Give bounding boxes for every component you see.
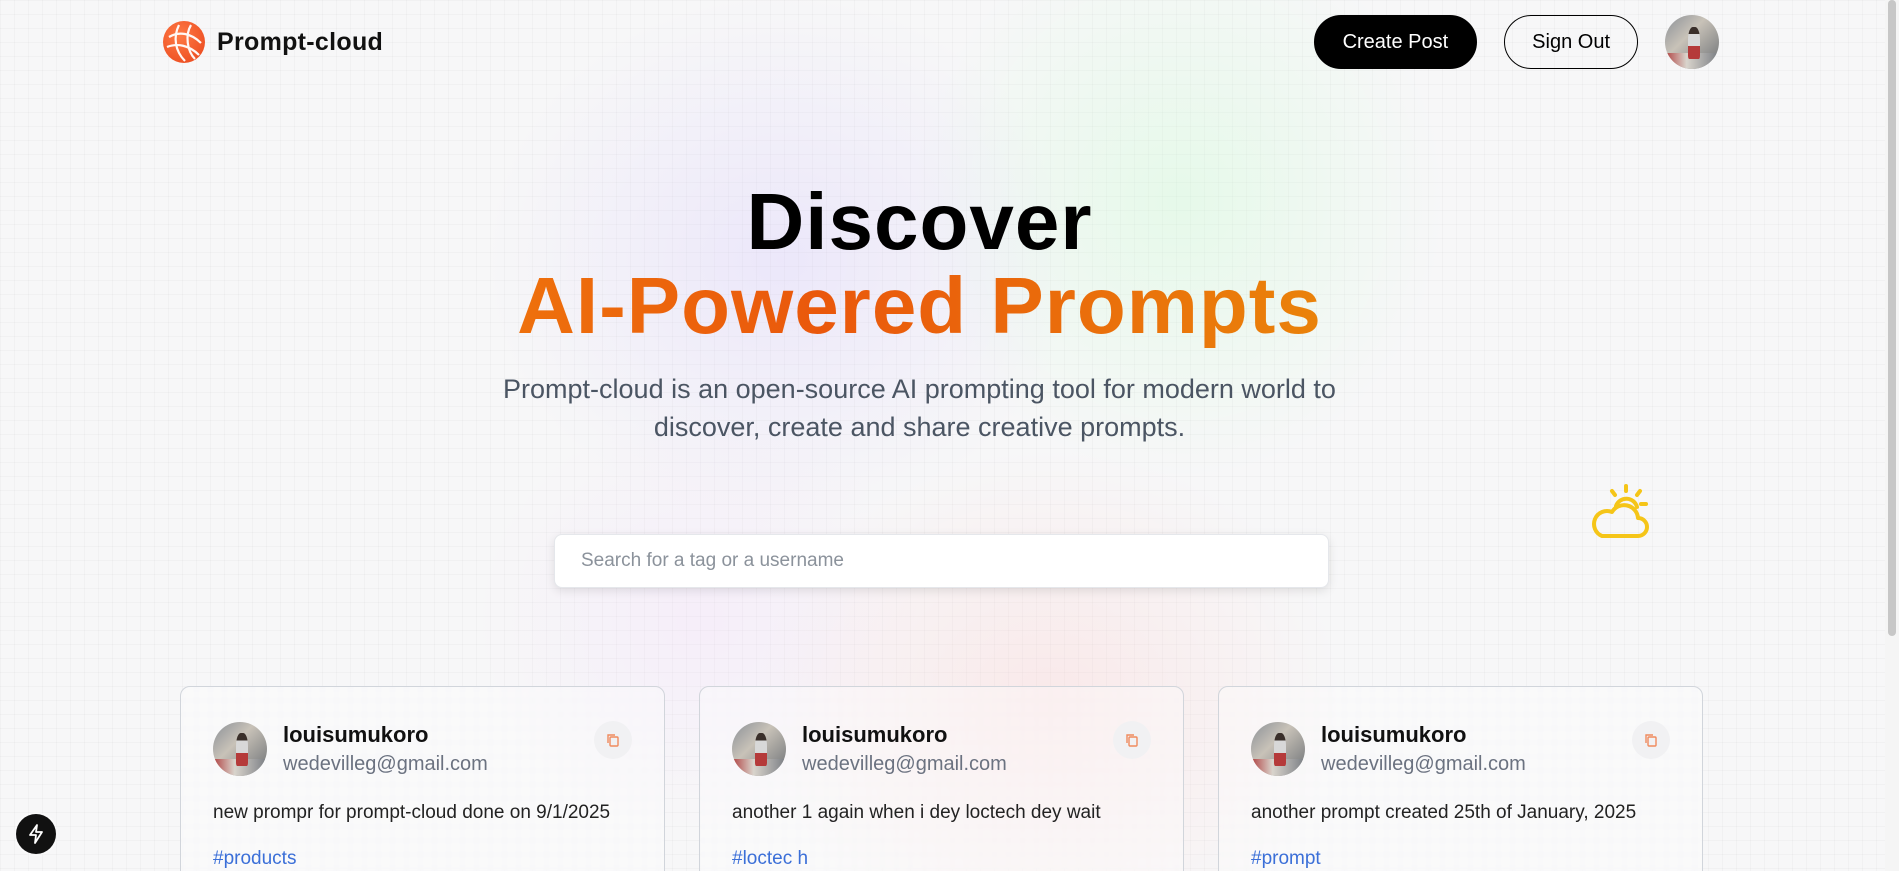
hero-description: Prompt-cloud is an open-source AI prompt… <box>503 374 1336 442</box>
sign-out-button[interactable]: Sign Out <box>1504 15 1638 69</box>
author-info: louisumukoro wedevilleg@gmail.com <box>802 721 1007 776</box>
prompt-text: new prompr for prompt-cloud done on 9/1/… <box>213 802 611 823</box>
author-avatar <box>732 721 786 776</box>
card-author[interactable]: louisumukoro wedevilleg@gmail.com <box>732 721 1007 776</box>
page: Prompt-cloud Create Post Sign Out Discov… <box>0 0 1899 871</box>
card-author[interactable]: louisumukoro wedevilleg@gmail.com <box>1251 721 1526 776</box>
search-bar <box>554 534 1329 588</box>
prompt-card[interactable]: louisumukoro wedevilleg@gmail.com anothe… <box>1218 686 1703 871</box>
author-email: wedevilleg@gmail.com <box>1321 753 1526 775</box>
brand-link[interactable]: Prompt-cloud <box>163 21 383 63</box>
globe-logo-icon <box>163 21 205 63</box>
card-header: louisumukoro wedevilleg@gmail.com <box>213 721 632 776</box>
author-email: wedevilleg@gmail.com <box>283 753 488 775</box>
avatar-photo-figure <box>1687 26 1700 60</box>
create-post-button[interactable]: Create Post <box>1313 15 1478 69</box>
prompt-text: another prompt created 25th of January, … <box>1251 802 1637 823</box>
copy-icon <box>1645 734 1657 747</box>
copy-button[interactable] <box>594 721 632 759</box>
avatar-photo-figure <box>235 733 248 766</box>
prompt-card[interactable]: louisumukoro wedevilleg@gmail.com anothe… <box>699 686 1184 871</box>
copy-button[interactable] <box>1113 721 1151 759</box>
prompt-text: another 1 again when i dey loctech dey w… <box>732 802 1101 823</box>
page-scrollbar[interactable] <box>1885 0 1899 871</box>
hero-title: Discover AI-Powered Prompts <box>0 180 1899 348</box>
lightning-icon <box>29 824 43 844</box>
card-header: louisumukoro wedevilleg@gmail.com <box>1251 721 1670 776</box>
avatar-photo-figure <box>1273 733 1286 766</box>
prompt-card-list: louisumukoro wedevilleg@gmail.com new pr… <box>180 686 1703 871</box>
partly-cloudy-sun-icon <box>1588 482 1652 542</box>
prompt-tag-link[interactable]: #prompt <box>1251 848 1670 870</box>
card-header: louisumukoro wedevilleg@gmail.com <box>732 721 1151 776</box>
card-author[interactable]: louisumukoro wedevilleg@gmail.com <box>213 721 488 776</box>
dev-tools-button[interactable] <box>16 814 56 854</box>
author-email: wedevilleg@gmail.com <box>802 753 1007 775</box>
top-nav: Prompt-cloud Create Post Sign Out <box>163 14 1719 70</box>
prompt-tag-link[interactable]: #loctec h <box>732 848 1151 870</box>
author-username: louisumukoro <box>283 722 429 747</box>
author-username: louisumukoro <box>1321 722 1467 747</box>
search-input[interactable] <box>581 550 1302 572</box>
prompt-tag-link[interactable]: #products <box>213 848 632 870</box>
copy-icon <box>1126 734 1138 747</box>
author-avatar <box>213 721 267 776</box>
brand-name: Prompt-cloud <box>217 27 384 56</box>
author-username: louisumukoro <box>802 722 948 747</box>
profile-avatar[interactable] <box>1665 15 1719 69</box>
avatar-photo-figure <box>754 733 767 766</box>
scrollbar-thumb[interactable] <box>1888 0 1896 636</box>
hero-section: Discover AI-Powered Prompts Prompt-cloud… <box>0 180 1899 446</box>
copy-button[interactable] <box>1632 721 1670 759</box>
hero-title-line1: Discover <box>746 177 1093 266</box>
prompt-card[interactable]: louisumukoro wedevilleg@gmail.com new pr… <box>180 686 665 871</box>
copy-icon <box>607 734 619 747</box>
author-info: louisumukoro wedevilleg@gmail.com <box>283 721 488 776</box>
hero-title-line2: AI-Powered Prompts <box>0 264 1899 348</box>
author-avatar <box>1251 721 1305 776</box>
author-info: louisumukoro wedevilleg@gmail.com <box>1321 721 1526 776</box>
nav-actions: Create Post Sign Out <box>1313 15 1719 69</box>
